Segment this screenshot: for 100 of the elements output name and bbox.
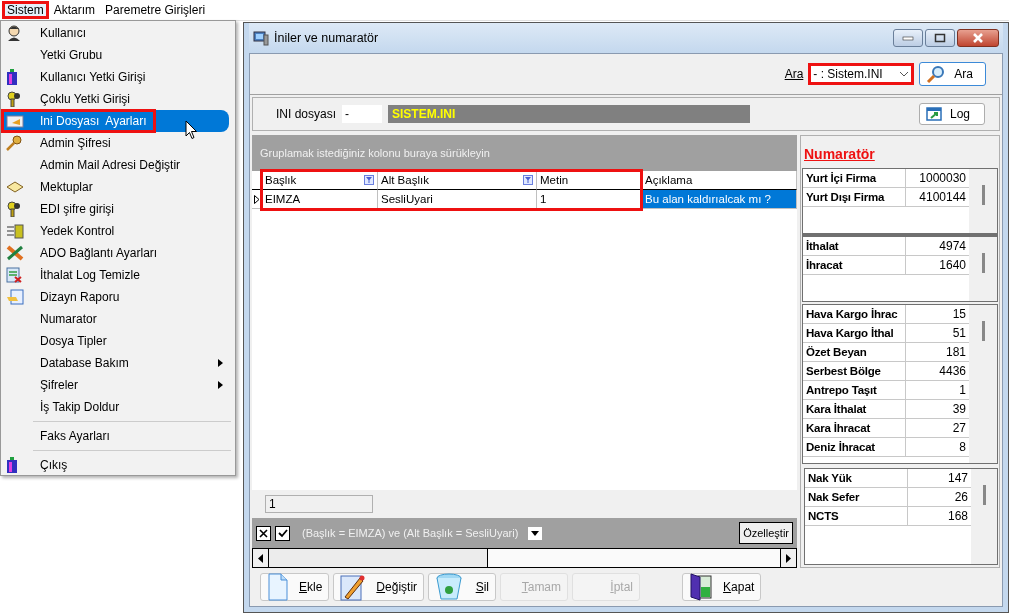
- menu-item[interactable]: Database Bakım: [4, 352, 229, 374]
- horizontal-scrollbar[interactable]: [252, 548, 797, 568]
- counter-value: 1640: [938, 257, 967, 274]
- menu-bar-item[interactable]: Sistem: [3, 2, 48, 18]
- counter-name: Nak Sefer: [805, 488, 908, 506]
- counter-value: 147: [946, 470, 969, 487]
- counter-value: 4436: [938, 363, 967, 380]
- search-button[interactable]: Ara: [919, 62, 986, 86]
- minimize-button[interactable]: [893, 29, 923, 47]
- menu-item[interactable]: Kullanıcı Yetki Girişi: [4, 66, 229, 88]
- counter-value: 39: [951, 401, 967, 418]
- column-header[interactable]: Açıklama: [642, 171, 797, 190]
- menu-item[interactable]: Faks Ayarları: [4, 425, 229, 447]
- counter-name: Deniz İhracat: [803, 438, 906, 456]
- counter-name: Özet Beyan: [803, 343, 906, 361]
- counter-value: 15: [951, 306, 967, 323]
- menu-item[interactable]: Dosya Tipler: [4, 330, 229, 352]
- menu-item[interactable]: Çoklu Yetki Girişi: [4, 88, 229, 110]
- table-cell: EIMZA: [262, 190, 378, 209]
- menu-item[interactable]: Dizayn Raporu: [4, 286, 229, 308]
- scrollbar-thumb[interactable]: [981, 253, 985, 273]
- menu-item[interactable]: Yedek Kontrol: [4, 220, 229, 242]
- maximize-button[interactable]: [925, 29, 955, 47]
- scroll-right-icon[interactable]: [785, 553, 792, 563]
- page-icon: [267, 573, 289, 601]
- menu-item[interactable]: Çıkış: [4, 454, 229, 476]
- customize-button[interactable]: Özelleştir: [739, 522, 793, 544]
- log-icon: [6, 267, 22, 283]
- menu-bar-item[interactable]: Paremetre Girişleri: [101, 2, 210, 18]
- counter-value: 1000030: [918, 170, 967, 187]
- file-dropdown[interactable]: - : Sistem.INI: [809, 64, 914, 84]
- menu-item[interactable]: ADO Bağlantı Ayarları: [4, 242, 229, 264]
- toolbar-button[interactable]: Sil: [428, 573, 497, 601]
- clear-filter-button[interactable]: [256, 525, 271, 541]
- menu-item[interactable]: Ini Dosyası Ayarları: [4, 110, 229, 132]
- scroll-left-icon[interactable]: [257, 553, 264, 563]
- search-label: Ara: [784, 67, 804, 81]
- counter-value: 51: [951, 325, 967, 342]
- menu-item[interactable]: Admin Mail Adresi Değiştir: [4, 154, 229, 176]
- keys-icon: [6, 201, 22, 217]
- counter-value: 8: [958, 439, 967, 456]
- counter-name: Yurt Dışı Firma: [803, 188, 906, 206]
- counter-value: 27: [951, 420, 967, 437]
- door-icon: [689, 573, 714, 601]
- plug-icon: [6, 245, 24, 261]
- report-icon: [6, 289, 24, 305]
- counter-name: Kara İhracat: [803, 419, 906, 437]
- caret-icon: [531, 530, 540, 536]
- counter-name: Yurt İçi Firma: [803, 169, 906, 187]
- key-icon: [6, 135, 22, 151]
- menu-item[interactable]: EDI şifre girişi: [4, 198, 229, 220]
- menu-item[interactable]: İthalat Log Temizle: [4, 264, 229, 286]
- close-button[interactable]: [957, 29, 999, 47]
- folder-icon: [6, 114, 24, 128]
- pencil-icon: [340, 573, 367, 601]
- keys-icon: [6, 91, 22, 107]
- numerator-title: Numaratör: [803, 145, 876, 164]
- log-button[interactable]: Log: [918, 103, 985, 125]
- toolbar-button[interactable]: Kapat: [682, 573, 762, 601]
- table-cell: Bu alan kaldırıalcak mı ?: [642, 190, 797, 209]
- counter-name: Hava Kargo İhrac: [803, 305, 906, 323]
- counter-name: İhracat: [803, 256, 906, 274]
- ini-file-label: INI dosyası: [276, 107, 337, 121]
- backup-icon: [6, 223, 24, 239]
- counter-name: Antrepo Taşıt: [803, 381, 906, 399]
- counter-name: Hava Kargo İthal: [803, 324, 906, 342]
- filter-icon[interactable]: [364, 175, 374, 185]
- dropdown-button[interactable]: [528, 526, 543, 540]
- bar-icon: [6, 457, 18, 473]
- menu-item[interactable]: Şifreler: [4, 374, 229, 396]
- scrollbar-thumb[interactable]: [981, 321, 985, 341]
- menu-item[interactable]: İş Takip Doldur: [4, 396, 229, 418]
- menu-item[interactable]: Admin Şifresi: [4, 132, 229, 154]
- bar-icon: [6, 69, 18, 85]
- summary-cell: 1: [265, 495, 373, 513]
- window-title: İniler ve numaratör: [274, 31, 379, 45]
- trash-bin-icon: [435, 573, 464, 601]
- mouse-cursor-icon: [185, 120, 198, 140]
- menu-bar-item[interactable]: Aktarım: [49, 2, 100, 18]
- counter-value: 26: [953, 489, 969, 506]
- ini-code-field[interactable]: -: [342, 105, 383, 123]
- toolbar-button[interactable]: Ekle: [260, 573, 330, 601]
- filter-expression: (Başlık = EIMZA) ve (Alt Başlık = SesliUyari): [302, 527, 519, 539]
- counter-name: İthalat: [803, 237, 906, 255]
- filter-checkbox[interactable]: [275, 525, 290, 541]
- computer-icon: [253, 30, 269, 46]
- toolbar-button[interactable]: Değiştir: [333, 573, 425, 601]
- menu-item[interactable]: Yetki Grubu: [4, 44, 229, 66]
- menu-item[interactable]: Mektuplar: [4, 176, 229, 198]
- counter-value: 1: [958, 382, 967, 399]
- scrollbar-thumb[interactable]: [981, 185, 985, 205]
- search-icon: [926, 64, 947, 84]
- table-cell: 1: [537, 190, 642, 209]
- scrollbar-thumb[interactable]: [982, 485, 986, 505]
- counter-name: Serbest Bölge: [803, 362, 906, 380]
- submenu-arrow-icon: [218, 359, 223, 367]
- menu-item[interactable]: Kullanıcı: [4, 22, 229, 44]
- menu-item[interactable]: Numarator: [4, 308, 229, 330]
- filter-icon[interactable]: [523, 175, 533, 185]
- table-cell: SesliUyari: [378, 190, 537, 209]
